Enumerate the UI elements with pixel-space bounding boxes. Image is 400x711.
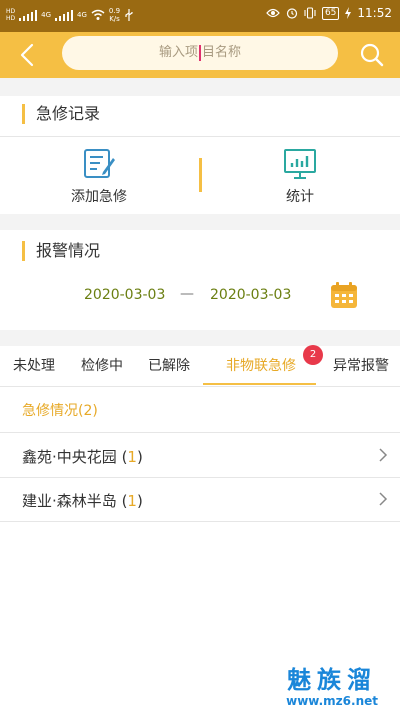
section-gap-3 xyxy=(0,330,400,346)
text-caret xyxy=(199,44,201,61)
charging-icon xyxy=(345,7,352,19)
end-date[interactable]: 2020-03-03 xyxy=(210,287,291,303)
alarm-title: 报警情况 xyxy=(22,241,100,261)
add-repair-label: 添加急修 xyxy=(71,189,127,205)
battery-level: 65 xyxy=(321,6,340,20)
status-right-group: 65 11:52 xyxy=(266,6,392,20)
app-header: 输入项 目名称 xyxy=(0,32,400,78)
watermark-title: 魅族溜 xyxy=(287,666,378,694)
tab-non-iot-repair[interactable]: 非物联急修 xyxy=(216,346,306,386)
count-close-paren: ) xyxy=(136,492,143,510)
calendar-icon xyxy=(331,282,357,308)
clock-time: 11:52 xyxy=(357,6,392,20)
status-left-group: HD HD 4G 4G 0.9 K/s xyxy=(6,7,134,23)
bar-chart-icon xyxy=(284,149,316,179)
wifi-icon xyxy=(91,9,105,20)
tab-in-repair[interactable]: 检修中 xyxy=(76,346,128,386)
active-tab-indicator xyxy=(203,383,316,385)
search-placeholder-end: 目名称 xyxy=(202,45,242,60)
project-name-text: 建业·森林半岛 xyxy=(22,492,117,510)
edit-document-icon xyxy=(84,149,115,178)
project-count: 1 xyxy=(127,492,137,510)
search-icon xyxy=(360,43,384,67)
speed-unit: K/s xyxy=(109,15,120,23)
hd-a-text: HD xyxy=(6,8,16,15)
status-tabs: 未处理 检修中 已解除 非物联急修 异常报警 xyxy=(0,346,400,386)
calendar-button[interactable] xyxy=(330,281,358,309)
statistics-label: 统计 xyxy=(286,189,314,205)
section-gap-1 xyxy=(0,78,400,96)
back-button[interactable] xyxy=(14,40,42,70)
speed-value: 0.9 xyxy=(108,7,121,15)
statistics-button[interactable]: 统计 xyxy=(240,148,360,205)
search-placeholder-start: 输入项 xyxy=(158,45,198,60)
status-bar: HD HD 4G 4G 0.9 K/s 65 11:52 xyxy=(0,0,400,32)
signal-icon-2 xyxy=(55,10,74,21)
chevron-left-icon xyxy=(20,43,34,67)
tools-divider xyxy=(199,158,202,192)
divider xyxy=(0,386,400,387)
vibrate-icon xyxy=(304,7,316,19)
list-item[interactable]: 建业·森林半岛 (1) xyxy=(0,478,400,522)
repair-summary-label: 急修情况(2) xyxy=(22,403,98,419)
start-date[interactable]: 2020-03-03 xyxy=(84,287,165,303)
signal-icon xyxy=(19,10,38,21)
project-name: 鑫苑·中央花园 (1) xyxy=(22,446,143,467)
project-count: 1 xyxy=(127,448,137,466)
watermark: 魅族溜 www.mz6.net xyxy=(286,666,378,708)
watermark-url: www.mz6.net xyxy=(286,694,378,708)
tab-abnormal-alarm[interactable]: 异常报警 xyxy=(328,346,394,386)
usb-icon xyxy=(125,9,133,21)
alarm-clock-icon xyxy=(286,8,298,19)
chevron-right-icon xyxy=(379,492,388,506)
network-type-a: 4G xyxy=(41,11,52,19)
search-input[interactable]: 输入项 目名称 xyxy=(62,36,338,70)
hd-b-text: HD xyxy=(6,15,16,22)
tab-resolved[interactable]: 已解除 xyxy=(143,346,195,386)
hd-indicator: HD HD xyxy=(6,8,15,22)
project-name: 建业·森林半岛 (1) xyxy=(22,490,143,511)
date-separator: — xyxy=(180,286,194,302)
tab-unprocessed[interactable]: 未处理 xyxy=(8,346,60,386)
tab-count-badge: 2 xyxy=(303,345,323,365)
repair-records-title: 急修记录 xyxy=(22,104,100,124)
chevron-right-icon xyxy=(379,448,388,462)
search-button[interactable] xyxy=(358,40,386,70)
section-gap-2 xyxy=(0,214,400,230)
list-item[interactable]: 鑫苑·中央花园 (1) xyxy=(0,434,400,478)
divider xyxy=(0,432,400,433)
network-speed: 0.9 K/s xyxy=(109,7,120,23)
project-name-text: 鑫苑·中央花园 xyxy=(22,448,117,466)
divider xyxy=(0,136,400,137)
add-repair-button[interactable]: 添加急修 xyxy=(39,148,159,205)
network-type-b: 4G xyxy=(77,11,87,19)
count-close-paren: ) xyxy=(136,448,143,466)
eye-icon xyxy=(266,8,280,18)
divider xyxy=(0,521,400,522)
